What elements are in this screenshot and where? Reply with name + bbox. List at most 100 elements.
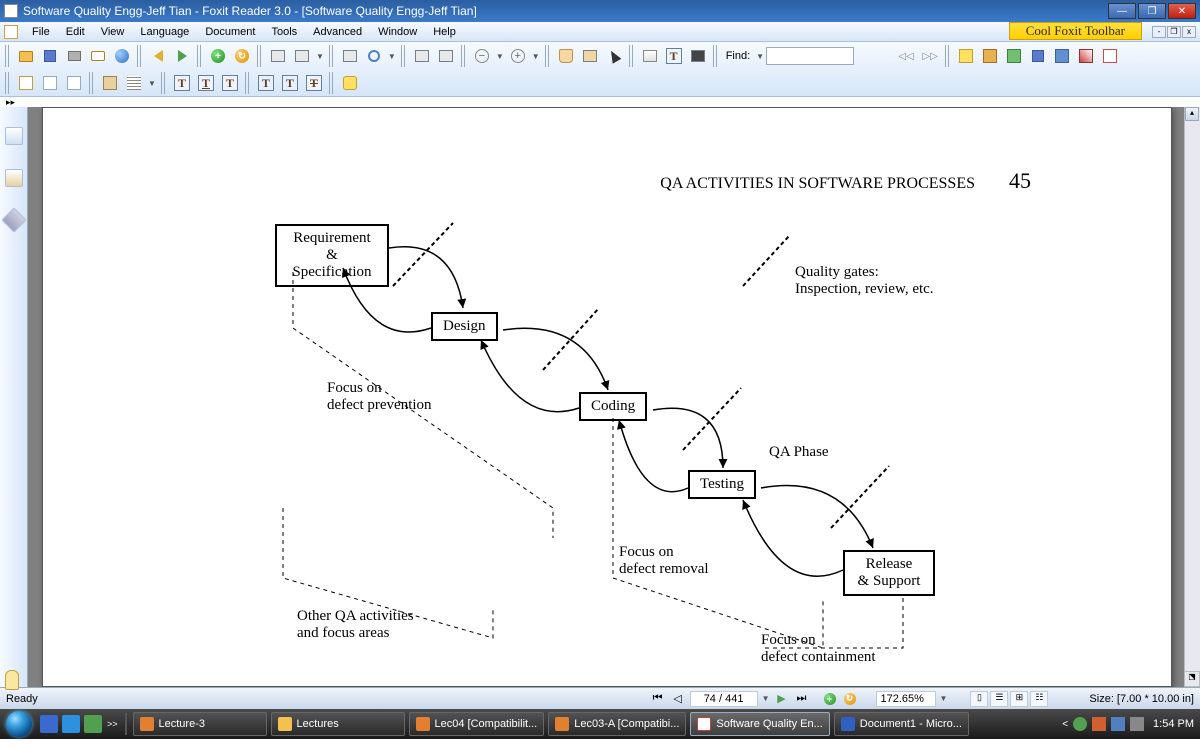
highlight-button[interactable] <box>955 45 977 67</box>
cool-foxit-toolbar-banner[interactable]: Cool Foxit Toolbar <box>1009 22 1142 40</box>
text-squiggly-button[interactable]: T <box>219 72 241 94</box>
prev-page-nav-button[interactable]: ◁ <box>669 691 687 707</box>
menu-tools[interactable]: Tools <box>263 24 305 40</box>
next-page-button[interactable] <box>171 45 193 67</box>
find-dropdown[interactable]: ▼ <box>756 52 764 61</box>
first-page-button[interactable]: ⏮ <box>649 691 667 707</box>
comment-panel-button[interactable] <box>63 72 85 94</box>
minimize-button[interactable]: — <box>1108 3 1136 19</box>
snapshot-button[interactable] <box>687 45 709 67</box>
draw-tool-button[interactable] <box>1075 45 1097 67</box>
search-button[interactable] <box>639 45 661 67</box>
select-text-button[interactable]: T <box>663 45 685 67</box>
comment-edit-button[interactable] <box>15 72 37 94</box>
actual-size-button[interactable] <box>411 45 433 67</box>
next-page-nav-button[interactable]: ▶ <box>773 691 791 707</box>
open-button[interactable] <box>15 45 37 67</box>
textbox-button[interactable]: T <box>255 72 277 94</box>
toolbar-grip[interactable] <box>137 45 143 67</box>
zoom-in-button[interactable]: + <box>507 45 529 67</box>
task-lectures-folder[interactable]: Lectures <box>271 712 405 736</box>
ql-show-desktop[interactable] <box>40 715 58 733</box>
pages-button[interactable] <box>5 169 23 187</box>
tray-network-icon[interactable] <box>1111 717 1125 731</box>
grid-dropdown[interactable]: ▼ <box>148 79 156 88</box>
menu-edit[interactable]: Edit <box>58 24 93 40</box>
image-tool-button[interactable] <box>1003 45 1025 67</box>
task-foxit[interactable]: Software Quality En... <box>690 712 829 736</box>
facing-view-button[interactable]: ⊞ <box>1010 691 1028 707</box>
note-button[interactable] <box>339 72 361 94</box>
refresh-button[interactable]: ↻ <box>231 45 253 67</box>
rotate-dropdown[interactable]: ▼ <box>316 52 324 61</box>
link-tool-button[interactable] <box>979 45 1001 67</box>
menu-document[interactable]: Document <box>197 24 263 40</box>
page-count-input[interactable]: 74 / 441 <box>690 691 758 707</box>
page-dropdown[interactable]: ▼ <box>762 694 770 703</box>
menu-window[interactable]: Window <box>370 24 425 40</box>
layers-button[interactable] <box>1 207 26 232</box>
bookmarks-button[interactable] <box>5 127 23 145</box>
add-button[interactable]: + <box>207 45 229 67</box>
menu-language[interactable]: Language <box>132 24 197 40</box>
mdi-close[interactable]: x <box>1182 26 1196 38</box>
zoom-out-button[interactable]: − <box>471 45 493 67</box>
tray-expand[interactable]: < <box>1062 719 1068 730</box>
toolbar-grip[interactable] <box>245 72 251 94</box>
hand-tool-button[interactable] <box>555 45 577 67</box>
doc-menu-icon[interactable] <box>4 25 18 39</box>
toolbar-grip[interactable] <box>461 45 467 67</box>
ql-media[interactable] <box>84 715 102 733</box>
toolbar-grip[interactable] <box>401 45 407 67</box>
zoom-out-dropdown[interactable]: ▼ <box>496 52 504 61</box>
zoom-level-input[interactable]: 172.65% <box>876 691 936 707</box>
vertical-scrollbar[interactable]: ▴ <box>1184 107 1200 687</box>
attachments-button[interactable] <box>5 670 19 690</box>
single-page-view-button[interactable]: ▯ <box>970 691 988 707</box>
toolbar-grip[interactable] <box>89 72 95 94</box>
email-button[interactable] <box>87 45 109 67</box>
toolbar-grip[interactable] <box>197 45 203 67</box>
text-underline-button[interactable]: T <box>195 72 217 94</box>
rotate-cw-button[interactable] <box>291 45 313 67</box>
start-button[interactable] <box>0 709 38 739</box>
toolbar-grip[interactable] <box>945 45 951 67</box>
close-button[interactable]: ✕ <box>1168 3 1196 19</box>
save-button[interactable] <box>39 45 61 67</box>
task-word[interactable]: Document1 - Micro... <box>834 712 969 736</box>
callout-button[interactable]: T <box>279 72 301 94</box>
zoom-dropdown[interactable]: ▼ <box>388 52 396 61</box>
toolbar-grip[interactable] <box>629 45 635 67</box>
back-view-button[interactable]: + <box>821 691 839 707</box>
toolbar-grip[interactable] <box>329 72 335 94</box>
menu-advanced[interactable]: Advanced <box>305 24 370 40</box>
toolbar-grip[interactable] <box>545 45 551 67</box>
audio-button[interactable] <box>1051 45 1073 67</box>
zoom-level-dropdown[interactable]: ▼ <box>940 694 948 703</box>
document-viewport[interactable]: QA ACTIVITIES IN SOFTWARE PROCESSES 45 R… <box>28 107 1200 687</box>
task-lecture3[interactable]: Lecture-3 <box>133 712 267 736</box>
toolbar-grip[interactable] <box>257 45 263 67</box>
find-next-button[interactable]: ▷▷ <box>919 45 941 67</box>
rotate-ccw-button[interactable] <box>267 45 289 67</box>
menu-view[interactable]: View <box>93 24 133 40</box>
continuous-facing-view-button[interactable]: ☷ <box>1030 691 1048 707</box>
toolbar-grip[interactable] <box>161 72 167 94</box>
find-input[interactable] <box>766 47 854 65</box>
tray-app-icon[interactable] <box>1092 717 1106 731</box>
ql-expand[interactable]: >> <box>107 719 118 729</box>
task-lec03a[interactable]: Lec03-A [Compatibi... <box>548 712 686 736</box>
zoom-marquee-button[interactable] <box>363 45 385 67</box>
zoom-in-dropdown[interactable]: ▼ <box>532 52 540 61</box>
select-tool-button[interactable] <box>603 45 625 67</box>
forward-view-button[interactable]: ↻ <box>841 691 859 707</box>
typewriter-button[interactable]: T <box>171 72 193 94</box>
mdi-minimize[interactable]: - <box>1152 26 1166 38</box>
select-annotation-button[interactable] <box>579 45 601 67</box>
stamp-button[interactable] <box>99 72 121 94</box>
continuous-view-button[interactable]: ☰ <box>990 691 1008 707</box>
mdi-restore[interactable]: ❐ <box>1167 26 1181 38</box>
toolbar-collapse-toggle[interactable]: ▸▸ <box>0 97 24 107</box>
menu-help[interactable]: Help <box>425 24 464 40</box>
save-tool-button[interactable] <box>1027 45 1049 67</box>
